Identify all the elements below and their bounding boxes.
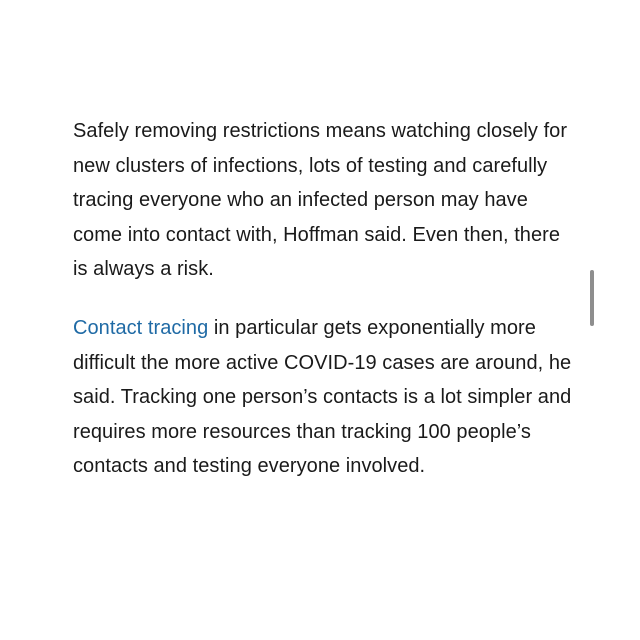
article-page: Safely removing restrictions means watch… xyxy=(0,0,640,640)
paragraph-2-text: in particular gets exponentially more di… xyxy=(73,316,572,478)
contact-tracing-link[interactable]: Contact tracing xyxy=(73,317,208,339)
paragraph-1-text: Safely removing restrictions means watch… xyxy=(73,120,568,281)
article-paragraph-2: Contact tracing in particular gets expon… xyxy=(73,311,573,484)
article-body: Safely removing restrictions means watch… xyxy=(73,114,573,508)
article-paragraph-1: Safely removing restrictions means watch… xyxy=(73,114,573,287)
vertical-scrollbar[interactable] xyxy=(588,266,596,330)
scrollbar-thumb[interactable] xyxy=(590,270,594,326)
